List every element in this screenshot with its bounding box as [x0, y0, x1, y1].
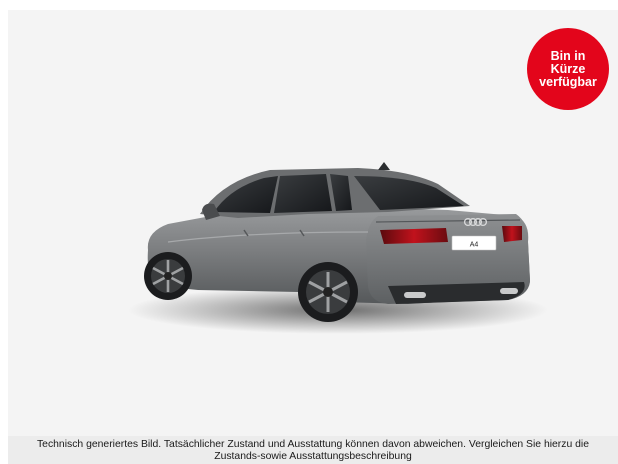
availability-badge: Bin in Kürze verfügbar: [527, 28, 609, 110]
right-tail-light: [502, 226, 522, 242]
image-disclaimer-text: Technisch generiertes Bild. Tatsächliche…: [36, 439, 589, 462]
license-plate-text: A4: [470, 242, 479, 249]
vehicle-image-stage: A4 Bin in Kürze verfügbar: [8, 10, 618, 436]
image-disclaimer: Technisch generiertes Bild. Tatsächliche…: [8, 436, 618, 464]
rear-side-window: [274, 174, 332, 213]
roof-antenna: [378, 162, 390, 170]
vehicle-image-card: A4 Bin in Kürze verfügbar Technisch gene…: [0, 0, 618, 464]
availability-badge-text: Bin in Kürze verfügbar: [539, 48, 597, 89]
left-tail-light: [380, 228, 448, 244]
exhaust-tip-left: [404, 292, 426, 298]
rear-wheel: [298, 262, 358, 322]
front-wheel: [144, 252, 192, 300]
exhaust-tip-right: [500, 288, 518, 294]
